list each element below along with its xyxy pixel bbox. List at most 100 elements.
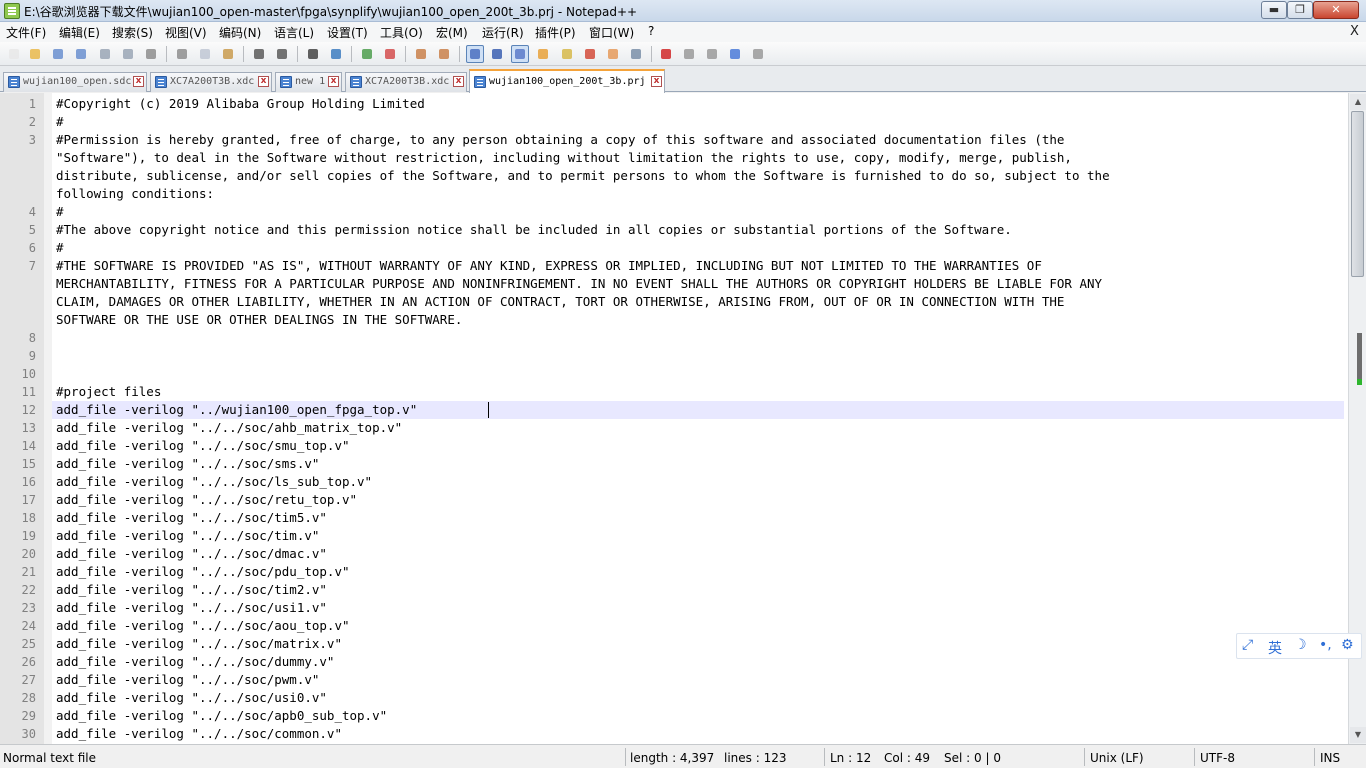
ime-switch-icon[interactable]: ⤢ [1242,637,1253,653]
code-line: add_file -verilog "../../soc/usi0.v" [56,690,327,705]
tab-wujian100-open-sdc[interactable]: wujian100_open.sdc x [3,72,147,92]
code-line: # [56,204,64,219]
window-title: E:\谷歌浏览器下载文件\wujian100_open-master\fpga\… [24,5,638,19]
close-all-icon[interactable] [120,46,136,62]
new-file-icon[interactable] [6,46,22,62]
status-bar: Normal text file length : 4,397 lines : … [0,744,1366,768]
code-line: add_file -verilog "../../soc/retu_top.v" [56,492,358,507]
status-insert-mode[interactable]: INS [1320,751,1340,765]
close-document-x-icon[interactable]: X [1350,24,1359,39]
code-line: add_file -verilog "../../soc/tim2.v" [56,582,327,597]
line-number: 2 [28,115,36,129]
status-line-number: Ln : 12 [830,751,872,765]
save-macro-icon[interactable] [750,46,766,62]
code-line: MERCHANTABILITY, FITNESS FOR A PARTICULA… [56,276,1103,291]
tab-xc7a200t3b-xdc-2[interactable]: XC7A200T3B.xdc x [345,72,467,92]
tab-close-icon[interactable]: x [453,76,464,87]
line-number: 21 [21,565,36,579]
menu-macro[interactable]: 宏(M) [436,24,468,41]
indent-guide-icon[interactable] [511,45,529,63]
status-encoding[interactable]: UTF-8 [1200,751,1235,765]
tab-close-icon[interactable]: x [651,76,662,87]
record-macro-icon[interactable] [658,46,674,62]
toolbar-separator [651,46,652,62]
scroll-down-arrow-icon[interactable]: ▼ [1350,727,1366,743]
tab-xc7a200t3b-xdc[interactable]: XC7A200T3B.xdc x [150,72,272,92]
line-number: 17 [21,493,36,507]
close-icon[interactable] [97,46,113,62]
line-number: 26 [21,655,36,669]
tab-close-icon[interactable]: x [258,76,269,87]
menu-help[interactable]: ? [648,24,654,38]
code-line: # [56,114,64,129]
save-icon[interactable] [50,46,66,62]
function-list-icon[interactable] [582,46,598,62]
find-icon[interactable] [305,46,321,62]
scroll-up-arrow-icon[interactable]: ▲ [1350,94,1366,110]
line-number: 24 [21,619,36,633]
menu-file[interactable]: 文件(F) [6,24,46,41]
text-caret [488,402,489,418]
code-line: add_file -verilog "../../soc/smu_top.v" [56,438,350,453]
menu-language[interactable]: 语言(L) [274,24,314,41]
open-file-icon[interactable] [27,46,43,62]
sync-horizontal-icon[interactable] [436,46,452,62]
sync-vertical-icon[interactable] [413,46,429,62]
ime-moon-icon[interactable]: ☽ [1294,637,1307,653]
zoom-in-icon[interactable] [359,46,375,62]
close-window-button[interactable]: ✕ [1313,1,1359,19]
menu-window[interactable]: 窗口(W) [589,24,634,41]
run-macro-multiple-icon[interactable] [727,46,743,62]
tab-close-icon[interactable]: x [328,76,339,87]
tab-new-1[interactable]: new 1 x [275,72,342,92]
play-macro-icon[interactable] [704,46,720,62]
menu-search[interactable]: 搜索(S) [112,24,153,41]
save-all-icon[interactable] [73,46,89,62]
zoom-out-icon[interactable] [382,46,398,62]
menu-encoding[interactable]: 编码(N) [219,24,261,41]
ime-settings-gear-icon[interactable]: ⚙ [1341,637,1354,653]
redo-icon[interactable] [274,46,290,62]
replace-icon[interactable] [328,46,344,62]
show-all-chars-icon[interactable] [489,46,505,62]
cut-icon[interactable] [174,46,190,62]
code-line: SOFTWARE OR THE USE OR OTHER DEALINGS IN… [56,312,463,327]
menu-settings[interactable]: 设置(T) [327,24,368,41]
print-icon[interactable] [143,46,159,62]
word-wrap-icon[interactable] [466,45,484,63]
code-line: add_file -verilog "../../soc/aou_top.v" [56,618,350,633]
code-line: #Permission is hereby granted, free of c… [56,132,1065,147]
doc-map-icon[interactable] [559,46,575,62]
menu-view[interactable]: 视图(V) [165,24,207,41]
ime-language-label[interactable]: 英 [1268,638,1282,658]
status-eol[interactable]: Unix (LF) [1090,751,1144,765]
copy-icon[interactable] [197,46,213,62]
monitoring-icon[interactable] [628,46,644,62]
scrollbar-thumb[interactable] [1351,111,1364,277]
tab-label: XC7A200T3B.xdc [365,76,450,87]
notepad-plus-plus-icon [4,3,20,19]
ime-punctuation-icon[interactable]: •, [1319,637,1332,653]
scrollbar-position-marker [1357,379,1362,385]
tab-close-icon[interactable]: x [133,76,144,87]
menu-tools[interactable]: 工具(O) [380,24,423,41]
user-language-icon[interactable] [535,46,551,62]
paste-icon[interactable] [220,46,236,62]
folder-workspace-icon[interactable] [605,46,621,62]
maximize-button[interactable]: ❐ [1287,1,1313,19]
tab-bar: wujian100_open.sdc x XC7A200T3B.xdc x ne… [0,66,1366,93]
minimize-button[interactable]: ▬ [1261,1,1287,19]
undo-icon[interactable] [251,46,267,62]
tab-wujian100-open-200t-3b-prj[interactable]: wujian100_open_200t_3b.prj x [469,69,665,93]
line-number: 10 [21,367,36,381]
document-icon [155,76,167,88]
text-editor[interactable]: 1 #Copyright (c) 2019 Alibaba Group Holdi… [0,93,1348,744]
status-separator [824,748,825,766]
menu-plugins[interactable]: 插件(P) [535,24,576,41]
code-line: add_file -verilog "../../soc/ls_sub_top.… [56,474,373,489]
line-number: 28 [21,691,36,705]
code-line: following conditions: [56,186,215,201]
menu-edit[interactable]: 编辑(E) [59,24,100,41]
stop-macro-icon[interactable] [681,46,697,62]
menu-run[interactable]: 运行(R) [482,24,524,41]
